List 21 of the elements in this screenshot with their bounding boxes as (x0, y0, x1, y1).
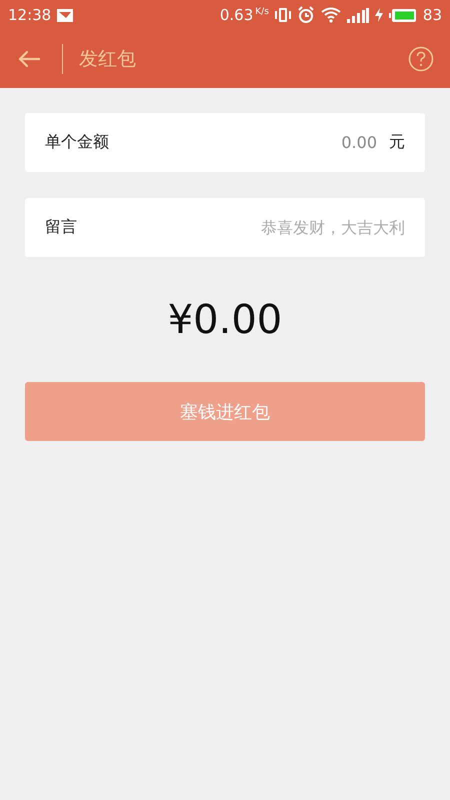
page-title: 发红包 (79, 47, 136, 72)
wifi-icon (320, 7, 341, 23)
charging-icon (374, 8, 383, 22)
help-icon (408, 46, 434, 72)
amount-input[interactable]: 0.00 (287, 133, 377, 152)
currency-unit: 元 (389, 132, 405, 153)
back-arrow-icon (18, 50, 40, 68)
clock-time: 12:38 (8, 6, 52, 24)
signal-icon (346, 8, 369, 22)
message-input[interactable]: 恭喜发财，大吉大利 (155, 218, 405, 237)
help-button[interactable] (406, 44, 436, 74)
back-button[interactable] (16, 48, 42, 70)
total-amount: ¥0.00 (166, 297, 284, 343)
field-label: 留言 (45, 217, 78, 238)
alarm-icon (296, 6, 315, 24)
battery-percent: 83 (422, 6, 442, 24)
network-speed: 0.63 (220, 6, 254, 24)
battery-icon (388, 8, 417, 22)
field-label: 单个金额 (45, 132, 110, 153)
vibrate-icon (274, 7, 291, 23)
speed-unit: K/s (255, 7, 269, 17)
